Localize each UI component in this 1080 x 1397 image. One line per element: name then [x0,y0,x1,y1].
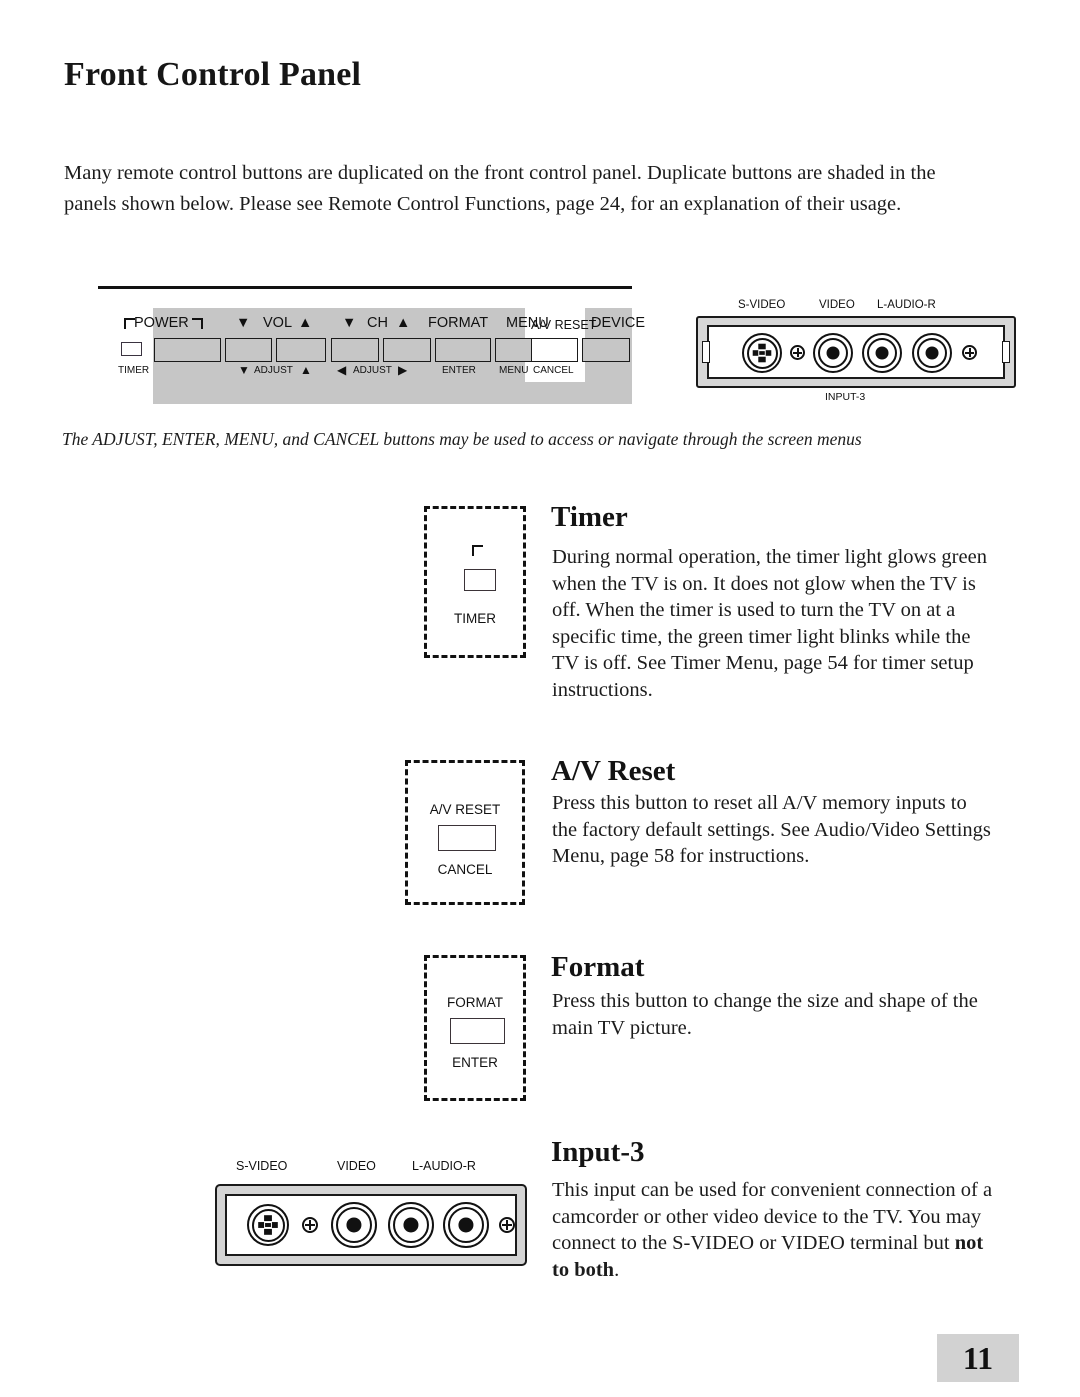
format-button-box [450,1018,505,1044]
button-ch-down[interactable] [331,338,379,362]
timer-diagram-box: TIMER [424,506,526,658]
jack-label-s-video-top: S-VIDEO [738,299,786,311]
jack-audio-left-pin-top [875,346,889,360]
input3-caption-top: INPUT-3 [825,391,866,403]
heading-input3: Input-3 [551,1136,645,1168]
page-number: 11 [937,1334,1019,1382]
control-panel-illustration: POWER ▼ VOL ▲ ▼ CH ▲ FORMAT MENU A/V RES… [76,286,645,404]
jack-label-l-audio-r-bottom: L-AUDIO-R [412,1159,476,1173]
button-power[interactable] [154,338,221,362]
screw-left-top [790,345,805,360]
body-format: Press this button to change the size and… [552,990,978,1039]
button-vol-down[interactable] [225,338,272,362]
format-diagram-bottom-label: ENTER [452,1055,498,1070]
input3-tab-right [1002,341,1010,363]
input3-illustration-bottom: S-VIDEO VIDEO L-AUDIO-R [207,1152,537,1272]
button-vol-up[interactable] [276,338,326,362]
jack-audio-left-bottom[interactable] [388,1202,434,1248]
panel-label-av-reset: A/V RESET [531,318,597,332]
power-bracket-right-icon [192,318,203,329]
jack-label-video-top: VIDEO [819,299,855,311]
jack-s-video-pins-top [751,342,773,364]
body-input3-bold-to-both: to both [552,1258,615,1281]
jack-audio-right-top[interactable] [912,333,952,373]
format-diagram-top-label: FORMAT [447,995,503,1010]
panel-label-power: POWER [134,315,189,331]
jack-video-pin-top [826,346,840,360]
diagram-caption: The ADJUST, ENTER, MENU, and CANCEL butt… [62,429,862,449]
jack-label-s-video-bottom: S-VIDEO [236,1159,288,1173]
timer-led-indicator [121,342,142,356]
body-input3-part1: This input can be used for convenient co… [552,1179,993,1254]
av-reset-diagram-box: A/V RESET CANCEL [405,760,525,905]
av-reset-diagram-top-label: A/V RESET [429,802,501,817]
jack-video-bottom[interactable] [331,1202,377,1248]
front-panel-diagram: POWER ▼ VOL ▲ ▼ CH ▲ FORMAT MENU A/V RES… [76,286,1016,412]
panel-label-enter: ENTER [442,365,476,376]
jack-audio-right-pin-top [925,346,939,360]
timer-led-box [464,569,496,591]
panel-label-ch: CH [367,315,388,331]
av-reset-diagram-bottom-label: CANCEL [437,862,493,877]
jack-label-l-audio-r-top: L-AUDIO-R [877,299,936,311]
panel-label-format: FORMAT [428,315,489,331]
jack-s-video-bottom[interactable] [247,1204,289,1246]
av-reset-button-box [438,825,496,851]
panel-top-label-row: POWER ▼ VOL ▲ ▼ CH ▲ FORMAT MENU A/V RES… [76,315,645,334]
arrow-up-adjust-icon: ▲ [300,363,312,377]
input3-tab-left [702,341,710,363]
heading-timer: Timer [551,501,628,533]
arrow-left-adjust-icon: ◀ [337,363,347,377]
body-input3: This input can be used for convenient co… [552,1177,1022,1283]
panel-bottom-label-row: TIMER ▼ ADJUST ▲ ◀ ADJUST ▶ ENTER MENU C… [76,363,632,380]
arrow-right-adjust-icon: ▶ [398,363,408,377]
screw-left-bottom [302,1217,318,1233]
jack-audio-left-top[interactable] [862,333,902,373]
timer-bracket-icon [472,545,483,556]
arrow-up-vol-icon: ▲ [298,315,313,331]
body-input3-bold-not: not [954,1232,984,1254]
jack-s-video-top[interactable] [742,333,782,373]
jack-s-video-pins-bottom [256,1213,280,1237]
button-ch-up[interactable] [383,338,431,362]
jack-audio-right-bottom[interactable] [443,1202,489,1248]
format-diagram-box: FORMAT ENTER [424,955,526,1101]
button-device[interactable] [582,338,630,362]
arrow-up-ch-icon: ▲ [396,315,411,331]
intro-paragraph: Many remote control buttons are duplicat… [64,162,936,215]
arrow-down-vol-icon: ▼ [236,315,251,331]
button-format[interactable] [435,338,491,362]
panel-top-edge [98,286,632,289]
panel-label-menu-bottom: MENU [499,365,529,376]
input3-panel-illustration-top: S-VIDEO VIDEO L-AUDIO-R INPUT-3 [696,299,1016,404]
screw-right-top [962,345,977,360]
panel-label-vol: VOL [263,315,293,331]
button-av-reset[interactable] [531,338,578,362]
panel-label-cancel: CANCEL [533,365,574,376]
arrow-down-adjust-icon: ▼ [238,363,250,377]
body-av-reset: Press this button to reset all A/V memor… [552,792,991,867]
jack-video-top[interactable] [813,333,853,373]
page-title: Front Control Panel [64,56,362,93]
body-timer: During normal operation, the timer light… [552,546,987,701]
arrow-down-ch-icon: ▼ [342,315,357,331]
heading-av-reset: A/V Reset [551,755,676,787]
body-input3-part2: . [614,1258,620,1281]
heading-format: Format [551,951,645,983]
panel-button-row [76,338,632,362]
screw-right-bottom [499,1217,515,1233]
panel-label-adjust-vertical: ADJUST [254,365,293,376]
panel-label-adjust-horizontal: ADJUST [353,365,392,376]
jack-label-video-bottom: VIDEO [337,1159,376,1173]
panel-label-timer: TIMER [118,365,150,376]
panel-label-device: DEVICE [591,315,645,331]
timer-diagram-label: TIMER [454,611,496,626]
